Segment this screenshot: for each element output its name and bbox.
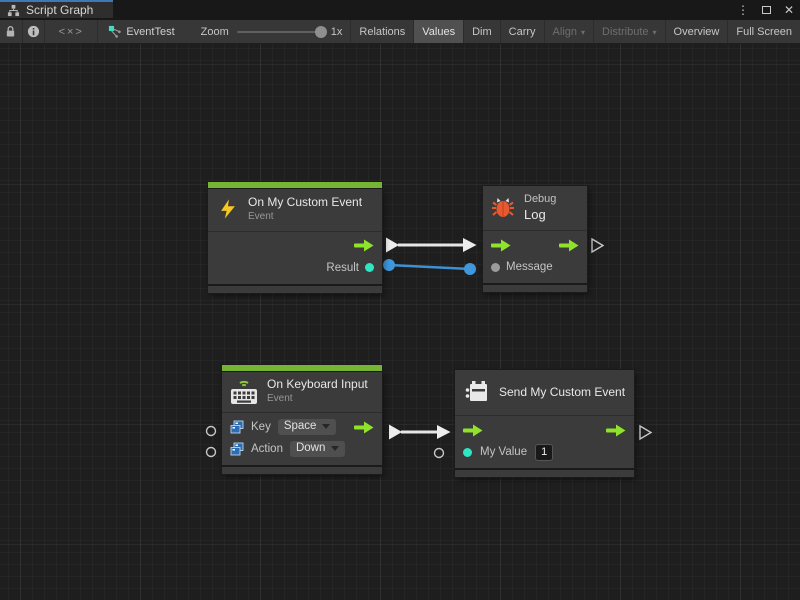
window-menu-icon[interactable]: ⋮	[737, 0, 749, 20]
action-dropdown-value: Down	[296, 443, 325, 455]
toolbar-right-buttons: Relations Values Dim Carry Align ▾ Distr…	[350, 20, 800, 43]
overview-button[interactable]: Overview	[665, 20, 728, 43]
zoom-slider-knob[interactable]	[315, 26, 327, 38]
graph-node-icon	[108, 25, 121, 38]
action-dropdown[interactable]: Down	[290, 441, 345, 458]
tab-script-graph[interactable]: Script Graph	[0, 0, 113, 18]
port-label-my-value: My Value	[480, 446, 527, 458]
port-label-key: Key	[251, 421, 271, 433]
control-output-port[interactable]	[354, 239, 374, 252]
distribute-label: Distribute	[602, 26, 648, 38]
zoom-control: Zoom 1x	[187, 20, 351, 43]
node-on-keyboard-input[interactable]: On Keyboard Input Event Key Space	[222, 365, 382, 474]
graph-tree-icon	[7, 4, 20, 17]
value-input-port[interactable]	[463, 448, 472, 457]
distribute-dropdown-button[interactable]: Distribute ▾	[593, 20, 664, 43]
node-accent-strip	[208, 182, 382, 188]
graph-toolbar: <×> EventTest Zoom 1x Relations Values D…	[0, 20, 800, 44]
lock-button[interactable]	[0, 20, 23, 43]
align-label: Align	[553, 26, 577, 38]
node-footer	[483, 285, 587, 292]
node-subtitle: Event	[248, 211, 362, 224]
zoom-slider[interactable]	[237, 31, 323, 33]
port-label-result: Result	[326, 262, 359, 274]
unity-visual-scripting-window: Script Graph ⋮ ✕ <×> EventTest Zoom 1x	[0, 0, 800, 600]
node-header[interactable]: On My Custom Event Event	[208, 188, 382, 231]
window-maximize-icon[interactable]	[762, 6, 771, 14]
lock-icon	[5, 25, 16, 38]
tab-bar: Script Graph ⋮ ✕	[0, 0, 800, 20]
control-input-port[interactable]	[463, 424, 483, 437]
code-preview-button[interactable]: <×>	[45, 20, 98, 43]
node-title: On My Custom Event	[248, 195, 362, 210]
window-close-icon[interactable]: ✕	[784, 0, 794, 20]
control-input-port[interactable]	[491, 239, 511, 252]
lightning-icon	[217, 198, 239, 220]
fullscreen-button[interactable]: Full Screen	[727, 20, 800, 43]
enum-icon	[230, 420, 244, 434]
breadcrumb-label: EventTest	[126, 26, 174, 38]
value-output-port[interactable]	[365, 263, 374, 272]
node-footer	[455, 470, 634, 477]
enum-icon	[230, 442, 244, 456]
node-send-my-custom-event[interactable]: Send My Custom Event My Value 1	[455, 370, 634, 477]
info-button[interactable]	[23, 20, 46, 43]
my-value-input[interactable]: 1	[535, 444, 553, 461]
node-footer	[208, 286, 382, 293]
node-header[interactable]: Send My Custom Event	[455, 370, 634, 415]
bug-icon	[491, 195, 515, 221]
key-dropdown-value: Space	[284, 421, 317, 433]
chevron-down-icon	[331, 446, 339, 451]
chevron-down-icon: ▾	[653, 28, 657, 37]
node-category: Debug	[524, 193, 556, 207]
carry-button[interactable]: Carry	[500, 20, 544, 43]
node-title: Log	[524, 207, 556, 223]
align-dropdown-button[interactable]: Align ▾	[544, 20, 593, 43]
node-header[interactable]: On Keyboard Input Event	[222, 371, 382, 412]
chevron-down-icon: ▾	[581, 28, 585, 37]
zoom-value: 1x	[331, 26, 343, 38]
info-icon	[27, 25, 40, 38]
zoom-label: Zoom	[201, 26, 229, 38]
node-debug-log[interactable]: Debug Log Message	[483, 186, 587, 292]
node-on-my-custom-event[interactable]: On My Custom Event Event Result	[208, 182, 382, 293]
chevron-down-icon	[322, 424, 330, 429]
control-output-port[interactable]	[559, 239, 579, 252]
code-icon: <×>	[59, 26, 84, 38]
values-button[interactable]: Values	[413, 20, 463, 43]
keyboard-icon	[230, 376, 258, 406]
port-label-action: Action	[251, 443, 283, 455]
breadcrumb[interactable]: EventTest	[98, 20, 186, 43]
relations-button[interactable]: Relations	[350, 20, 413, 43]
value-input-port[interactable]	[491, 263, 500, 272]
node-title: Send My Custom Event	[499, 385, 625, 400]
node-title: On Keyboard Input	[267, 377, 368, 392]
machine-icon	[464, 380, 490, 404]
dim-button[interactable]: Dim	[463, 20, 500, 43]
node-accent-strip	[222, 365, 382, 371]
control-output-port[interactable]	[606, 424, 626, 437]
graph-canvas[interactable]	[0, 44, 800, 600]
control-output-port[interactable]	[354, 421, 374, 434]
port-label-message: Message	[506, 261, 553, 273]
key-dropdown[interactable]: Space	[278, 419, 337, 436]
node-header[interactable]: Debug Log	[483, 186, 587, 230]
window-controls: ⋮ ✕	[737, 0, 794, 20]
node-subtitle: Event	[267, 393, 368, 406]
node-footer	[222, 467, 382, 474]
tab-label: Script Graph	[26, 3, 93, 17]
